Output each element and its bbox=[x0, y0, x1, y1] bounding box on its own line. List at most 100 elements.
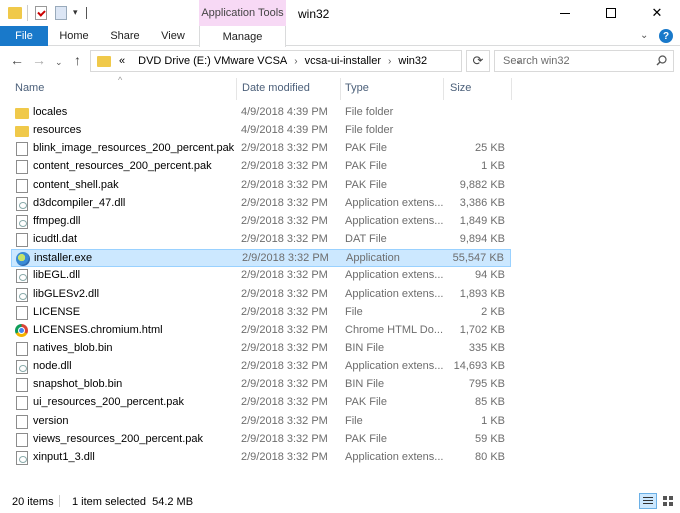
navigation-bar: ← → ⌄ ↑ « DVD Drive (E:) VMware VCSA › v… bbox=[0, 47, 680, 75]
address-bar[interactable]: « DVD Drive (E:) VMware VCSA › vcsa-ui-i… bbox=[90, 50, 523, 72]
file-name: resources bbox=[33, 124, 82, 137]
installer-icon bbox=[16, 252, 30, 267]
file-row[interactable]: locales 4/9/2018 4:39 PM File folder bbox=[11, 104, 511, 122]
back-arrow-icon[interactable]: ← bbox=[10, 53, 24, 67]
tab-manage[interactable]: Manage bbox=[199, 26, 286, 47]
file-size: 9,894 KB bbox=[459, 233, 505, 246]
file-date: 2/9/2018 3:32 PM bbox=[241, 160, 328, 173]
file-icon bbox=[16, 233, 28, 248]
large-icons-view-icon[interactable] bbox=[660, 493, 676, 509]
column-divider[interactable] bbox=[236, 78, 237, 100]
file-row[interactable]: LICENSES.chromium.html 2/9/2018 3:32 PM Ch… bbox=[11, 322, 511, 340]
file-row[interactable]: natives_blob.bin 2/9/2018 3:32 PM BIN File… bbox=[11, 340, 511, 358]
file-row[interactable]: libGLESv2.dll 2/9/2018 3:32 PM Application… bbox=[11, 286, 511, 304]
file-row[interactable]: snapshot_blob.bin 2/9/2018 3:32 PM BIN Fil… bbox=[11, 376, 511, 394]
close-button[interactable]: ✕ bbox=[634, 0, 680, 26]
breadcrumb-overflow[interactable]: « bbox=[119, 55, 125, 67]
file-type: Application extens... bbox=[345, 450, 444, 463]
file-date: 2/9/2018 3:32 PM bbox=[241, 142, 328, 155]
minimize-button[interactable] bbox=[542, 0, 588, 26]
tab-file[interactable]: File bbox=[0, 26, 48, 46]
breadcrumb-item[interactable]: vcsa-ui-installer bbox=[305, 55, 381, 67]
file-row[interactable]: blink_image_resources_200_percent.pak 2/9… bbox=[11, 140, 511, 158]
file-size: 14,693 KB bbox=[453, 360, 505, 373]
breadcrumb-item[interactable]: DVD Drive (E:) VMware VCSA bbox=[138, 55, 287, 67]
file-row[interactable]: node.dll 2/9/2018 3:32 PM Application exte… bbox=[11, 358, 511, 376]
column-header-size[interactable]: Size bbox=[450, 82, 471, 94]
column-divider[interactable] bbox=[340, 78, 341, 100]
file-name: xinput1_3.dll bbox=[33, 450, 95, 463]
file-row[interactable]: content_resources_200_percent.pak 2/9/201… bbox=[11, 158, 511, 176]
file-name: d3dcompiler_47.dll bbox=[33, 196, 126, 209]
tab-home[interactable]: Home bbox=[52, 26, 96, 46]
file-size: 1,849 KB bbox=[459, 214, 505, 227]
help-icon[interactable]: ? bbox=[659, 29, 673, 43]
tab-share[interactable]: Share bbox=[103, 26, 147, 46]
file-size: 9,882 KB bbox=[459, 178, 505, 191]
expand-ribbon-icon[interactable]: ⌄ bbox=[640, 30, 648, 41]
file-row[interactable]: LICENSE 2/9/2018 3:32 PM File 2 KB bbox=[11, 304, 511, 322]
file-row[interactable]: version 2/9/2018 3:32 PM File 1 KB bbox=[11, 413, 511, 431]
file-type: DAT File bbox=[345, 233, 387, 246]
dll-icon bbox=[16, 196, 28, 211]
file-size: 80 KB bbox=[475, 450, 505, 463]
column-divider[interactable] bbox=[443, 78, 444, 100]
file-row[interactable]: installer.exe 2/9/2018 3:32 PM Application… bbox=[11, 249, 511, 268]
breadcrumb-item[interactable]: win32 bbox=[398, 55, 427, 67]
file-size: 55,547 KB bbox=[452, 252, 504, 265]
maximize-button[interactable] bbox=[588, 0, 634, 26]
file-size: 2 KB bbox=[481, 305, 505, 318]
folder-icon bbox=[8, 7, 22, 19]
file-row[interactable]: xinput1_3.dll 2/9/2018 3:32 PM Application… bbox=[11, 449, 511, 467]
file-date: 2/9/2018 3:32 PM bbox=[241, 432, 328, 445]
properties-icon[interactable] bbox=[35, 6, 47, 20]
new-folder-icon[interactable] bbox=[55, 6, 67, 20]
file-type: Application bbox=[346, 252, 400, 265]
file-icon bbox=[16, 396, 28, 411]
file-type: Application extens... bbox=[345, 214, 444, 227]
file-icon bbox=[16, 341, 28, 356]
details-view-icon[interactable] bbox=[639, 493, 657, 509]
recent-locations-dropdown-icon[interactable]: ⌄ bbox=[55, 55, 63, 69]
file-name: content_shell.pak bbox=[33, 178, 119, 191]
file-date: 2/9/2018 3:32 PM bbox=[241, 196, 328, 209]
chevron-right-icon[interactable]: › bbox=[294, 56, 297, 67]
dll-icon bbox=[16, 287, 28, 302]
file-row[interactable]: icudtl.dat 2/9/2018 3:32 PM DAT File 9,894 … bbox=[11, 231, 511, 249]
refresh-button[interactable]: ⟳ bbox=[466, 50, 490, 72]
refresh-icon: ⟳ bbox=[472, 53, 484, 68]
file-icon bbox=[16, 305, 28, 320]
file-row[interactable]: ffmpeg.dll 2/9/2018 3:32 PM Application ex… bbox=[11, 213, 511, 231]
file-type: PAK File bbox=[345, 160, 387, 173]
application-tools-context-tab: Application Tools bbox=[199, 0, 286, 26]
chevron-right-icon[interactable]: › bbox=[388, 56, 391, 67]
file-row[interactable]: views_resources_200_percent.pak 2/9/2018 … bbox=[11, 431, 511, 449]
file-size: 85 KB bbox=[475, 396, 505, 409]
column-header-date[interactable]: Date modified bbox=[242, 82, 310, 94]
file-row[interactable]: content_shell.pak 2/9/2018 3:32 PM PAK Fil… bbox=[11, 177, 511, 195]
toolbar-divider bbox=[27, 5, 28, 21]
file-row[interactable]: resources 4/9/2018 4:39 PM File folder bbox=[11, 122, 511, 140]
folder-icon bbox=[15, 108, 29, 119]
customize-toolbar-dropdown-icon[interactable]: ▾ bbox=[73, 4, 78, 20]
file-name: installer.exe bbox=[34, 252, 93, 265]
forward-arrow-icon[interactable]: → bbox=[32, 53, 46, 67]
dll-icon bbox=[16, 214, 28, 229]
file-icon bbox=[16, 142, 28, 157]
search-icon bbox=[656, 55, 667, 66]
up-arrow-icon[interactable]: ↑ bbox=[74, 53, 81, 67]
file-date: 2/9/2018 3:32 PM bbox=[241, 178, 328, 191]
file-row[interactable]: ui_resources_200_percent.pak 2/9/2018 3:3… bbox=[11, 394, 511, 412]
file-type: Application extens... bbox=[345, 196, 444, 209]
file-date: 4/9/2018 4:39 PM bbox=[241, 106, 328, 118]
file-row[interactable]: libEGL.dll 2/9/2018 3:32 PM Application ex… bbox=[11, 267, 511, 285]
file-icon bbox=[16, 414, 28, 429]
column-divider[interactable] bbox=[511, 78, 512, 100]
column-header-name[interactable]: Name bbox=[15, 82, 44, 94]
file-name: blink_image_resources_200_percent.pak bbox=[33, 142, 235, 155]
file-row[interactable]: d3dcompiler_47.dll 2/9/2018 3:32 PM Applic… bbox=[11, 195, 511, 213]
tab-view[interactable]: View bbox=[152, 26, 194, 46]
search-input[interactable]: Search win32 bbox=[494, 50, 674, 72]
folder-icon bbox=[97, 55, 111, 67]
column-header-type[interactable]: Type bbox=[345, 82, 369, 94]
